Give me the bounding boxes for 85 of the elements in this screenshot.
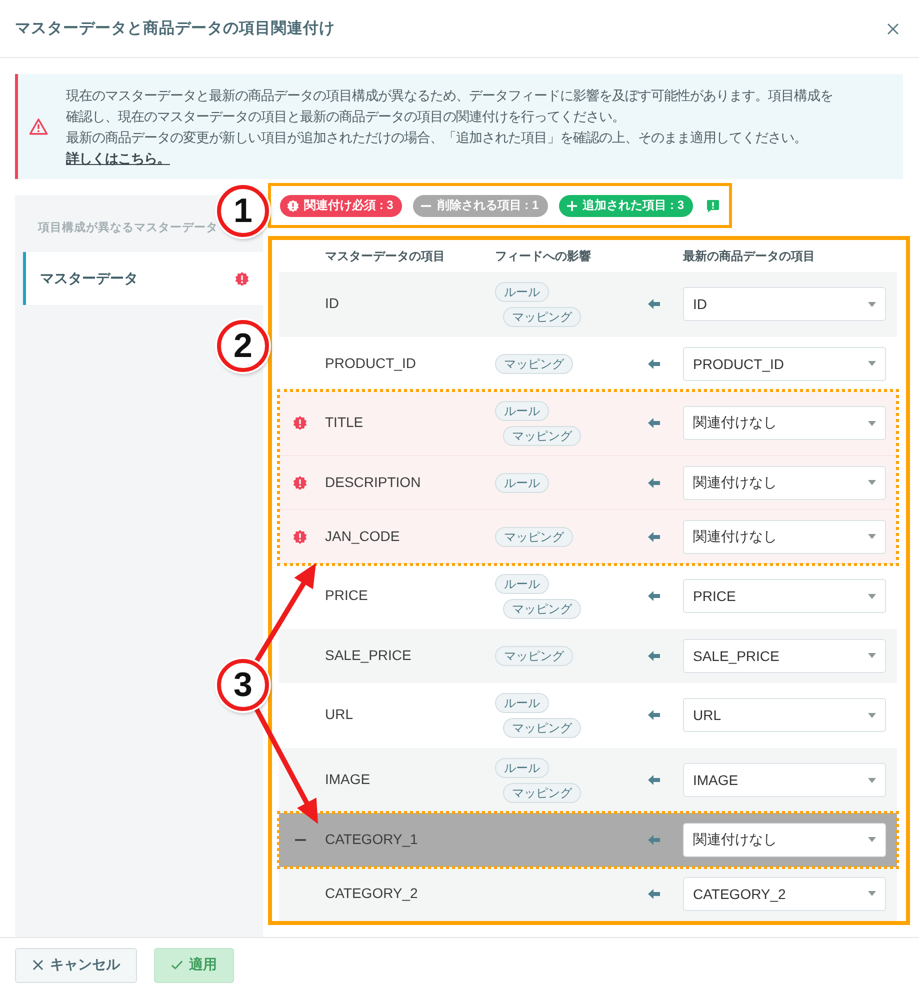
caret-icon — [868, 594, 876, 598]
field-name: PRICE — [325, 587, 368, 603]
field-name: CATEGORY_2 — [325, 884, 418, 900]
caret-icon — [868, 420, 876, 426]
details-link[interactable]: 詳しくはこちら。 — [66, 148, 170, 168]
field-name: PRODUCT_ID — [325, 354, 416, 370]
impact-tag: ルール — [495, 758, 549, 778]
caret-icon — [868, 712, 876, 718]
column-header: 最新の商品データの項目 — [683, 248, 816, 264]
field-name: JAN_CODE — [325, 528, 400, 544]
callout-number: 2 — [217, 320, 269, 372]
arrow-left-icon — [648, 775, 660, 785]
sidebar-item[interactable]: マスターデータ — [23, 252, 263, 305]
summary-badge: 関連付け必須 : 3 — [280, 194, 402, 216]
summary-badge: 追加された項目 : 3 — [558, 194, 694, 216]
field-name: TITLE — [325, 414, 364, 430]
impact-tag: ルール — [495, 472, 549, 492]
field-select[interactable]: CATEGORY_2 — [683, 876, 886, 910]
caret-icon — [868, 653, 876, 658]
minus-icon — [294, 838, 306, 840]
caret-icon — [868, 778, 876, 782]
arrow-left-icon — [648, 834, 660, 844]
impact-tag: マッピング — [503, 782, 581, 802]
exclamation-badge-icon — [293, 416, 307, 430]
field-select[interactable]: 関連付けなし — [683, 406, 886, 440]
cancel-button[interactable]: キャンセル — [15, 948, 137, 982]
close-icon — [32, 959, 44, 971]
field-name: SALE_PRICE — [325, 646, 412, 662]
field-name: URL — [325, 706, 354, 722]
plus-icon — [566, 200, 578, 212]
caret-icon — [868, 534, 876, 539]
exclamation-badge-icon — [293, 530, 307, 544]
sidebar-heading: 項目構成が異なるマスターデータ — [38, 222, 218, 234]
impact-tag: マッピング — [495, 526, 573, 546]
dialog-title: マスターデータと商品データの項目関連付け — [15, 18, 335, 39]
column-header: フィードへの影響 — [495, 248, 592, 264]
field-select[interactable]: PRICE — [683, 579, 886, 613]
close-icon[interactable] — [887, 22, 899, 34]
exclamation-badge-icon — [293, 476, 307, 490]
column-header: マスターデータの項目 — [325, 248, 446, 264]
exclamation-badge-icon — [287, 200, 299, 212]
field-select[interactable]: SALE_PRICE — [683, 638, 886, 672]
arrow-left-icon — [648, 591, 660, 601]
field-name: DESCRIPTION — [325, 474, 421, 490]
field-select[interactable]: IMAGE — [683, 763, 886, 797]
caret-icon — [868, 361, 876, 366]
callout-number: 3 — [217, 659, 269, 711]
impact-tag: マッピング — [503, 598, 581, 618]
arrow-left-icon — [648, 532, 660, 542]
caret-icon — [868, 837, 876, 842]
comment-alert-icon[interactable] — [706, 198, 720, 212]
impact-tag: マッピング — [495, 646, 573, 666]
field-name: ID — [325, 295, 339, 311]
arrow-left-icon — [648, 299, 660, 309]
impact-tag: ルール — [495, 400, 549, 420]
arrow-left-icon — [648, 888, 660, 898]
impact-tag: ルール — [495, 574, 549, 594]
warning-icon — [29, 118, 48, 135]
caret-icon — [868, 891, 876, 896]
field-select[interactable]: PRODUCT_ID — [683, 346, 886, 380]
check-icon — [171, 959, 183, 971]
field-select[interactable]: 関連付けなし — [683, 466, 886, 500]
arrow-left-icon — [648, 418, 660, 428]
alert-message: 現在のマスターデータと最新の商品データの項目構成が異なるため、データフィードに影響を及ぼす可能性があります。項目構成を確認し、現在のマスターデータの項目と最新の商品データの項目の関連付けを行ってください。 — [66, 86, 834, 126]
arrow-left-icon — [648, 358, 660, 368]
impact-tag: マッピング — [503, 426, 581, 446]
impact-tag: マッピング — [495, 354, 573, 374]
arrow-left-icon — [648, 710, 660, 720]
caret-icon — [868, 480, 876, 485]
impact-tag: マッピング — [503, 718, 581, 738]
field-name: CATEGORY_1 — [325, 830, 418, 846]
alert-message: 最新の商品データの変更が新しい項目が追加されただけの場合、「追加された項目」を確認の上、そのまま適用してください。 — [66, 128, 808, 146]
callout-number: 1 — [217, 185, 269, 237]
arrow-left-icon — [648, 478, 660, 488]
impact-tag: ルール — [495, 692, 549, 712]
field-select[interactable]: URL — [683, 698, 886, 732]
impact-tag: ルール — [495, 282, 549, 302]
field-select[interactable]: 関連付けなし — [683, 822, 886, 856]
field-name: IMAGE — [325, 771, 370, 787]
summary-badge: 削除される項目 : 1 — [413, 194, 548, 216]
arrow-left-icon — [648, 650, 660, 660]
field-select[interactable]: 関連付けなし — [683, 520, 886, 554]
caret-icon — [868, 302, 876, 306]
impact-tag: マッピング — [503, 306, 581, 326]
field-select[interactable]: ID — [683, 287, 886, 321]
